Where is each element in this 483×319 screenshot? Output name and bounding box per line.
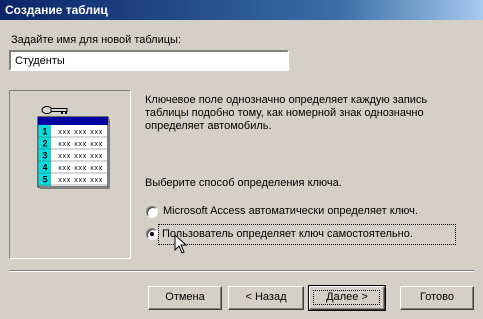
illustration-cell: xxx	[90, 153, 103, 161]
next-button[interactable]: Далее >	[308, 285, 386, 311]
illustration-cell: xxx	[74, 153, 87, 161]
illustration-cell: xxx	[74, 129, 87, 137]
illustration-row-number: 1	[42, 127, 47, 137]
table-name-label: Задайте имя для новой таблицы:	[11, 34, 181, 46]
illustration-cell: xxx	[90, 129, 103, 137]
back-button[interactable]: < Назад	[228, 286, 304, 310]
illustration-row-number: 3	[42, 151, 47, 161]
title-bar[interactable]: Создание таблиц	[0, 0, 483, 20]
next-button-label: Далее >	[326, 291, 368, 303]
illustration-cell: xxx	[90, 141, 103, 149]
key-illustration-panel: 1 xxx xxx xxx 2 xxx xxx xxx 3 xxx xxx xxx 4 xxx xxx xxx…	[9, 90, 131, 259]
illustration-cell: xxx	[90, 165, 103, 173]
radio-user-defined-key[interactable]	[146, 228, 158, 240]
window-title: Создание таблиц	[5, 3, 108, 17]
table-key-illustration: 1 xxx xxx xxx2 xxx xxx xxx3 xxx xxx xxx4 xxx xxx xxx…	[37, 106, 110, 189]
illustration-cell: xxx	[90, 177, 103, 185]
radio-label-access-auto-key[interactable]: Microsoft Access автоматически определяе…	[163, 205, 418, 217]
cancel-button[interactable]: Отмена	[148, 286, 222, 310]
illustration-cell: xxx	[74, 165, 87, 173]
illustration-cell: xxx	[74, 141, 87, 149]
key-icon	[41, 106, 68, 114]
key-description: Ключевое поле однозначно определяет кажд…	[145, 94, 428, 132]
illustration-cell: xxx	[58, 129, 71, 137]
illustration-cell: xxx	[58, 165, 71, 173]
divider	[9, 270, 474, 272]
finish-button[interactable]: Готово	[400, 286, 474, 310]
mouse-pointer-icon	[174, 234, 188, 254]
illustration-row-number: 4	[42, 163, 47, 173]
illustration-cell: xxx	[58, 153, 71, 161]
illustration-row-number: 5	[42, 175, 47, 185]
radio-label-user-defined-key[interactable]: Пользователь определяет ключ самостоятел…	[162, 228, 413, 240]
radio-access-auto-key[interactable]	[146, 206, 158, 218]
illustration-cell: xxx	[58, 141, 71, 149]
illustration-row-number: 2	[42, 139, 47, 149]
illustration-cell: xxx	[74, 177, 87, 185]
key-method-prompt: Выберите способ определения ключа.	[145, 177, 342, 189]
table-name-input[interactable]	[9, 50, 289, 71]
illustration-cell: xxx	[58, 177, 71, 185]
